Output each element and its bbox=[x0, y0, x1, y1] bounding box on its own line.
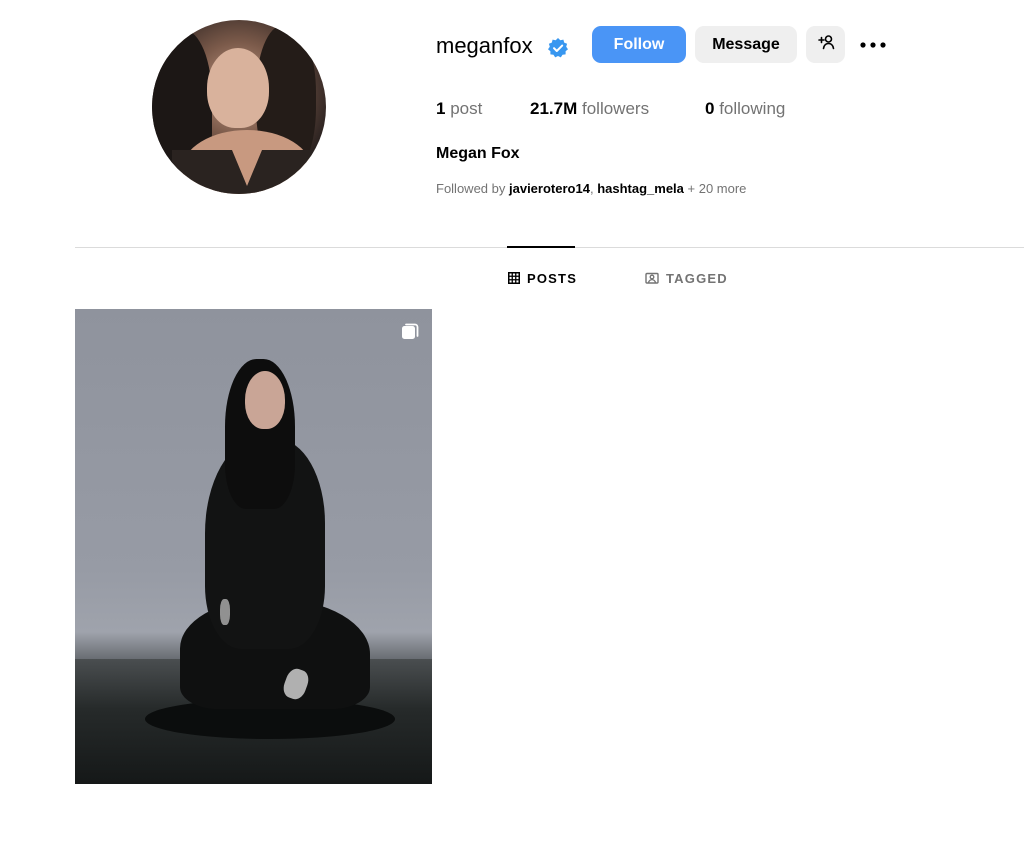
more-options-icon bbox=[860, 35, 886, 53]
post-thumbnail[interactable] bbox=[75, 309, 432, 784]
active-tab-indicator bbox=[507, 246, 575, 248]
follow-button[interactable]: Follow bbox=[592, 26, 686, 63]
profile-username: meganfox bbox=[436, 33, 533, 58]
tagged-icon bbox=[645, 272, 659, 284]
followed-by-link[interactable]: Followed by javierotero14, hashtag_mela … bbox=[436, 180, 746, 198]
posts-count-value: 1 bbox=[436, 99, 446, 118]
followed-by-more: + 20 more bbox=[687, 181, 747, 196]
following-link[interactable]: 0 following bbox=[705, 97, 785, 121]
tab-tagged-label: TAGGED bbox=[666, 270, 728, 286]
person-add-icon bbox=[817, 33, 835, 56]
more-options-button[interactable] bbox=[858, 34, 888, 54]
grid-icon bbox=[508, 272, 520, 284]
followed-by-prefix: Followed by bbox=[436, 181, 506, 196]
followed-by-account: hashtag_mela bbox=[597, 181, 684, 196]
verified-badge-icon bbox=[547, 37, 569, 59]
multiple-images-icon bbox=[400, 321, 420, 346]
posts-count-label: post bbox=[450, 99, 483, 118]
tab-posts[interactable]: POSTS bbox=[508, 269, 577, 287]
followers-count-label: followers bbox=[581, 99, 650, 118]
tab-posts-label: POSTS bbox=[527, 270, 578, 286]
profile-full-name: Megan Fox bbox=[436, 145, 520, 162]
message-button[interactable]: Message bbox=[695, 26, 797, 63]
followers-count-value: 21.7M bbox=[530, 99, 578, 118]
followers-link[interactable]: 21.7M followers bbox=[530, 97, 649, 121]
suggest-accounts-button[interactable] bbox=[806, 26, 845, 63]
profile-avatar[interactable] bbox=[152, 20, 326, 194]
following-count-label: following bbox=[719, 99, 786, 118]
following-count-value: 0 bbox=[705, 99, 715, 118]
followed-by-separator: , bbox=[589, 181, 594, 196]
followed-by-account: javierotero14 bbox=[509, 181, 590, 196]
posts-count: 1 post bbox=[436, 97, 482, 121]
tab-tagged[interactable]: TAGGED bbox=[645, 269, 728, 287]
